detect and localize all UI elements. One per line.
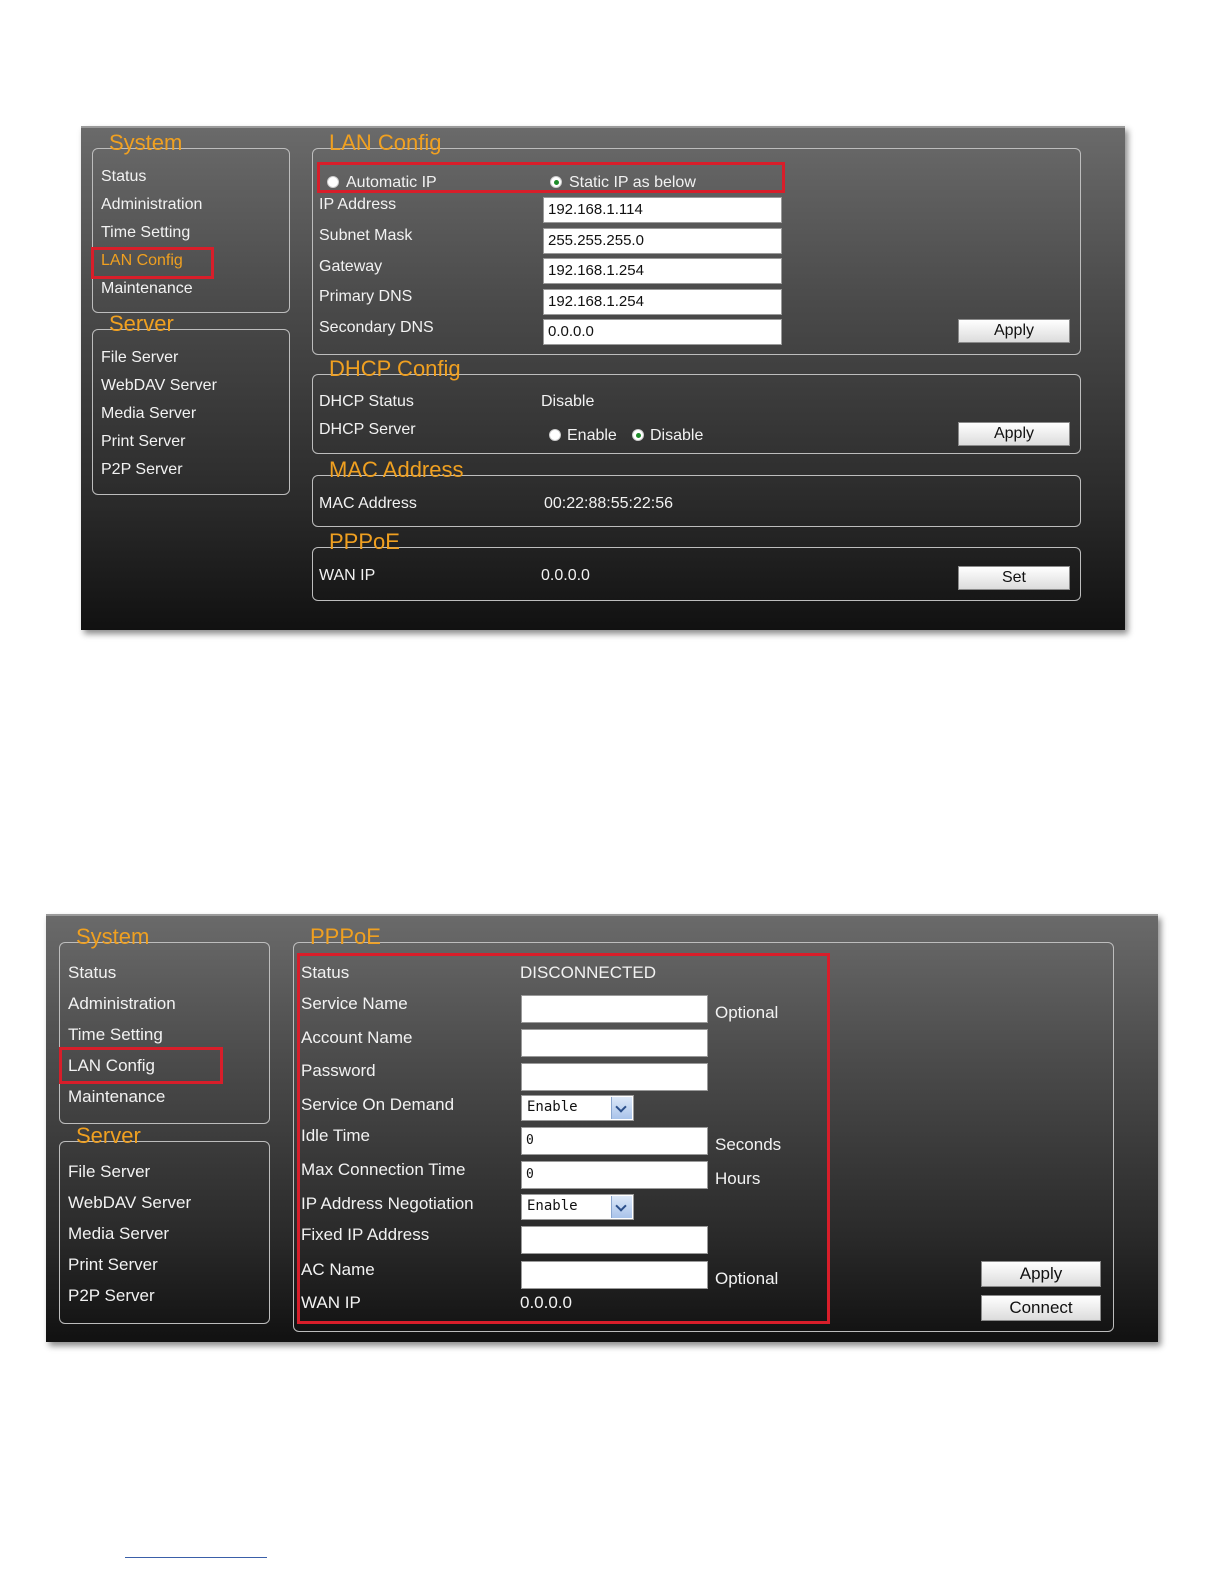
nav-administration-2[interactable]: Administration [68, 994, 176, 1014]
secondary-dns-label: Secondary DNS [319, 319, 434, 336]
nav-webdav-server-2[interactable]: WebDAV Server [68, 1193, 191, 1213]
subnet-mask-label: Subnet Mask [319, 227, 413, 244]
nav-p2p-server[interactable]: P2P Server [101, 460, 183, 480]
dhcp-enable-radio[interactable] [549, 429, 561, 441]
ip-address-label: IP Address [319, 196, 397, 213]
dhcp-status-value: Disable [541, 393, 595, 410]
gateway-field[interactable]: 192.168.1.254 [543, 258, 782, 284]
nav-file-server-2[interactable]: File Server [68, 1162, 150, 1182]
pppoe-screenshot: System Status Administration Time Settin… [46, 914, 1158, 1342]
mac-address-panel: MAC Address MAC Address 00:22:88:55:22:5… [312, 457, 1081, 527]
primary-dns-field[interactable]: 192.168.1.254 [543, 289, 782, 315]
mac-address-label: MAC Address [319, 495, 417, 512]
mac-address-value: 00:22:88:55:22:56 [544, 495, 674, 512]
primary-dns-label: Primary DNS [319, 288, 413, 305]
pppoe-summary-panel: PPPoE WAN IP 0.0.0.0 Set [312, 529, 1081, 601]
ip-address-field[interactable]: 192.168.1.114 [543, 197, 782, 223]
lan-config-title: LAN Config [329, 130, 442, 155]
dhcp-config-panel: DHCP Config DHCP Status Disable DHCP Ser… [312, 356, 1081, 454]
lan-config-nav-highlight-2 [59, 1047, 223, 1084]
pppoe-connect-button[interactable]: Connect [981, 1295, 1101, 1321]
server-title: Server [109, 311, 174, 336]
dhcp-server-label: DHCP Server [319, 421, 416, 438]
server-nav-group-2: Server File Server WebDAV Server Media S… [59, 1123, 270, 1324]
server-nav-group: Server File Server WebDAV Server Media S… [92, 311, 290, 495]
nav-administration[interactable]: Administration [101, 195, 202, 215]
system-nav-group: System Status Administration Time Settin… [92, 130, 290, 313]
nav-p2p-server-2[interactable]: P2P Server [68, 1286, 155, 1306]
nav-print-server-2[interactable]: Print Server [68, 1255, 158, 1275]
pppoe-wan-ip-value: 0.0.0.0 [541, 567, 590, 584]
nav-time-setting-2[interactable]: Time Setting [68, 1025, 163, 1045]
nav-media-server[interactable]: Media Server [101, 404, 196, 424]
mac-address-title: MAC Address [329, 457, 464, 482]
lan-config-screenshot: System Status Administration Time Settin… [81, 126, 1125, 630]
pppoe-settings-highlight [297, 953, 830, 1324]
nav-file-server[interactable]: File Server [101, 348, 178, 368]
dhcp-status-label: DHCP Status [319, 393, 414, 410]
ip-mode-highlight [317, 162, 785, 193]
nav-status[interactable]: Status [101, 167, 146, 187]
secondary-dns-field[interactable]: 0.0.0.0 [543, 319, 782, 345]
pppoe-title: PPPoE [310, 924, 381, 949]
nav-media-server-2[interactable]: Media Server [68, 1224, 169, 1244]
system-title: System [109, 130, 183, 155]
nav-webdav-server[interactable]: WebDAV Server [101, 376, 217, 396]
subnet-mask-field[interactable]: 255.255.255.0 [543, 228, 782, 254]
pppoe-apply-button[interactable]: Apply [981, 1261, 1101, 1287]
pppoe-summary-title: PPPoE [329, 529, 400, 554]
nav-maintenance-2[interactable]: Maintenance [68, 1087, 165, 1107]
gateway-label: Gateway [319, 258, 383, 275]
pppoe-wan-ip-label: WAN IP [319, 567, 376, 584]
dhcp-apply-button[interactable]: Apply [958, 422, 1070, 446]
lan-config-nav-highlight [91, 247, 214, 279]
system-title-2: System [76, 924, 150, 949]
nav-time-setting[interactable]: Time Setting [101, 223, 190, 243]
lan-apply-button[interactable]: Apply [958, 319, 1070, 343]
dhcp-enable-label: Enable [567, 427, 617, 444]
nav-maintenance[interactable]: Maintenance [101, 279, 193, 299]
dhcp-disable-radio[interactable] [632, 429, 644, 441]
nav-print-server[interactable]: Print Server [101, 432, 185, 452]
server-title-2: Server [76, 1123, 141, 1148]
system-nav-group-2: System Status Administration Time Settin… [59, 924, 270, 1124]
pppoe-set-button[interactable]: Set [958, 566, 1070, 590]
footnote-link-underline[interactable] [125, 1557, 267, 1558]
nav-status-2[interactable]: Status [68, 963, 116, 983]
dhcp-config-title: DHCP Config [329, 356, 461, 381]
dhcp-disable-label: Disable [650, 427, 704, 444]
